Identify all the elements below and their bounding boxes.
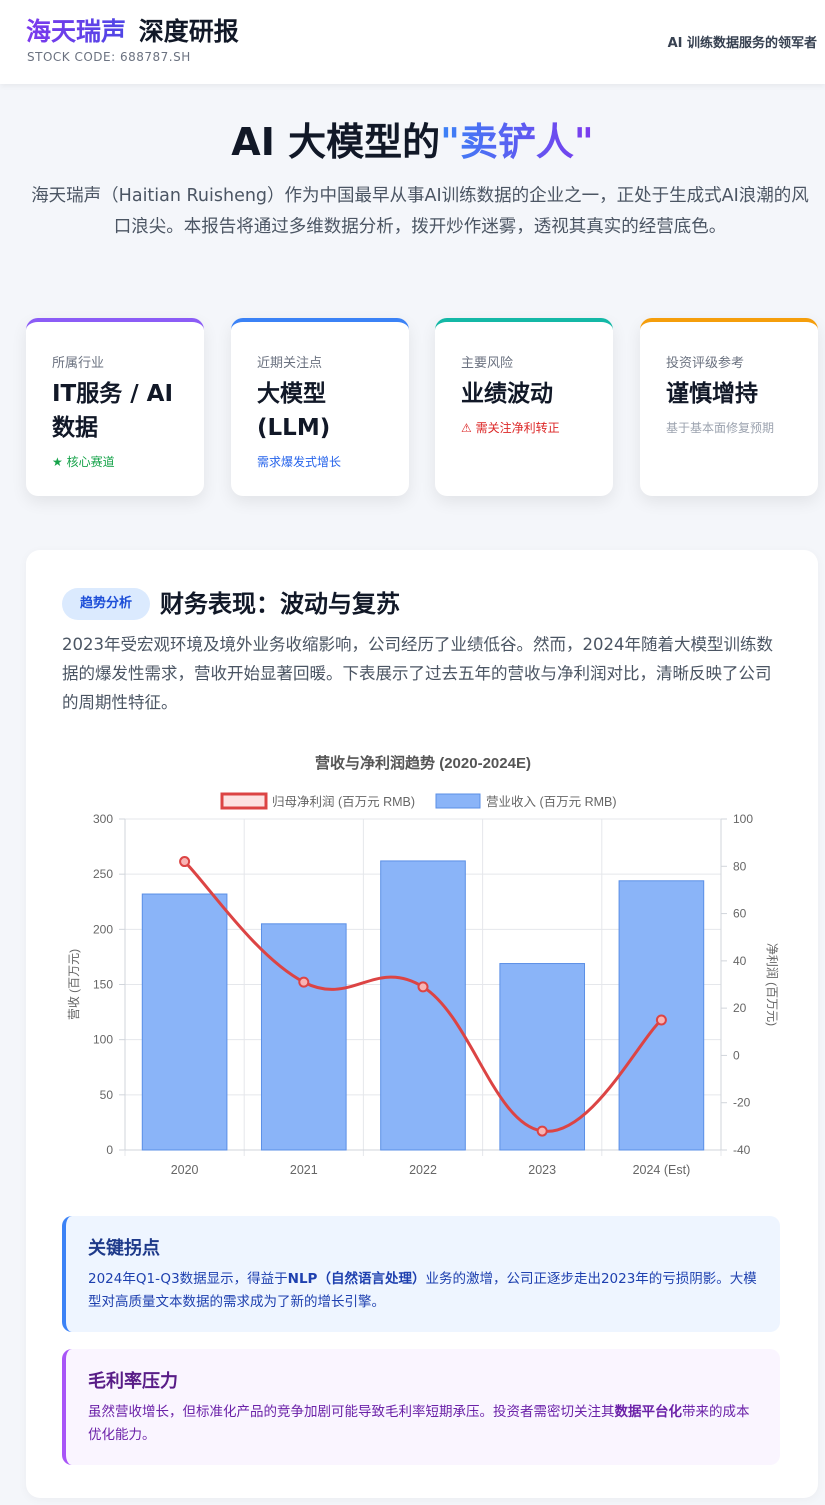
slogan: AI 训练数据服务的领军者	[667, 36, 817, 51]
hero-title-pre: AI 大模型的	[231, 120, 441, 164]
y2-tick-label: 40	[733, 954, 747, 968]
bar-revenue-2021	[260, 923, 347, 1151]
y2-tick-label: 20	[733, 1001, 747, 1015]
card-label: 投资评级参考	[666, 356, 745, 371]
y2-tick-label: 60	[733, 907, 747, 921]
insight-text-pre: 虽然营收增长，但标准化产品的竞争加剧可能导致毛利率短期承压。投资者需密切关注其	[88, 1404, 615, 1420]
card-industry: 所属行业 IT服务 / AI数据 ★ 核心赛道	[26, 318, 204, 496]
y-tick-label: 150	[93, 978, 113, 992]
y-tick-label: 0	[106, 1143, 113, 1157]
insight-title: 关键拐点	[88, 1238, 160, 1259]
brand-subtitle: 深度研报	[138, 17, 239, 46]
y2-tick-label: -20	[733, 1096, 751, 1110]
brand: 海天瑞声 深度研报	[26, 16, 239, 48]
point-net-profit-2024est	[655, 1014, 667, 1026]
legend-label-net-profit: 归母净利润 (百万元 RMB)	[272, 795, 415, 809]
top-bar: 海天瑞声 深度研报 STOCK CODE: 688787.SH AI 训练数据服…	[0, 0, 825, 84]
point-net-profit-2020	[179, 856, 191, 868]
y-tick-label: 50	[100, 1088, 114, 1102]
section-tag: 趋势分析	[62, 588, 150, 620]
y-tick-label: 300	[93, 812, 113, 826]
legend-swatch-net-profit	[220, 792, 268, 810]
insight-text: 虽然营收增长，但标准化产品的竞争加剧可能导致毛利率短期承压。投资者需密切关注其数…	[88, 1401, 760, 1447]
legend-swatch-revenue	[435, 793, 481, 809]
section-title: 财务表现：波动与复苏	[160, 590, 400, 618]
y-tick-label: 250	[93, 867, 113, 881]
x-tick-label: 2022	[409, 1163, 437, 1177]
legend-label-revenue: 营业收入 (百万元 RMB)	[486, 795, 617, 809]
card-note: 需求爆发式增长	[257, 455, 342, 469]
stock-code: STOCK CODE: 688787.SH	[27, 50, 191, 64]
y2-tick-label: -40	[733, 1143, 751, 1157]
hero-description: 海天瑞声（Haitian Ruisheng）作为中国最早从事AI训练数据的企业之…	[31, 186, 809, 237]
card-rating: 投资评级参考 谨慎增持 基于基本面修复预期	[640, 318, 818, 496]
section-description: 2023年受宏观环境及境外业务收缩影响，公司经历了业绩低谷。然而，2024年随着…	[62, 635, 773, 712]
card-value: 大模型 (LLM)	[257, 381, 331, 441]
point-net-profit-2023	[536, 1125, 548, 1137]
insight-title: 毛利率压力	[88, 1371, 178, 1392]
bar-revenue-2022	[380, 860, 466, 1151]
insight-text-bold: 数据平台化	[614, 1404, 683, 1420]
bar-revenue-2020	[141, 893, 228, 1151]
card-note: 基于基本面修复预期	[666, 421, 775, 435]
card-value: IT服务 / AI数据	[52, 381, 174, 441]
insight-key-turning-point: 关键拐点 2024年Q1-Q3数据显示，得益于NLP（自然语言处理）业务的激增，…	[62, 1216, 780, 1332]
card-note: ⚠ 需关注净利转正	[461, 421, 560, 435]
y2-tick-label: 0	[733, 1048, 740, 1062]
card-label: 所属行业	[52, 356, 105, 371]
x-tick-label: 2023	[528, 1163, 556, 1177]
card-note: ★ 核心赛道	[52, 455, 115, 469]
x-tick-label: 2020	[171, 1163, 199, 1177]
card-value: 谨慎增持	[666, 381, 758, 407]
point-net-profit-2021	[298, 976, 310, 988]
y-axis-title: 营收 (百万元)	[67, 949, 81, 1020]
insight-margin-pressure: 毛利率压力 虽然营收增长，但标准化产品的竞争加剧可能导致毛利率短期承压。投资者需…	[62, 1349, 780, 1465]
card-focus: 近期关注点 大模型 (LLM) 需求爆发式增长	[231, 318, 409, 496]
insight-text-pre: 2024年Q1-Q3数据显示，得益于	[88, 1271, 288, 1287]
y2-tick-label: 100	[733, 812, 753, 826]
x-tick-label: 2024 (Est)	[633, 1163, 691, 1177]
card-label: 主要风险	[461, 356, 514, 371]
y2-axis-title: 净利润 (百万元)	[765, 943, 779, 1026]
hero-title: AI 大模型的"卖铲人"	[0, 116, 825, 168]
y2-tick-label: 80	[733, 859, 747, 873]
revenue-profit-chart: 营收与净利润趋势 (2020-2024E) 归母净利润 (百万元 RMB) 营业收入…	[67, 754, 779, 1177]
insight-text-bold: NLP（自然语言处理）	[287, 1271, 426, 1287]
hero-title-highlight: "卖铲人"	[440, 120, 594, 164]
card-risk: 主要风险 业绩波动 ⚠ 需关注净利转正	[435, 318, 613, 496]
card-label: 近期关注点	[257, 356, 323, 371]
x-tick-label: 2021	[290, 1163, 318, 1177]
point-net-profit-2022	[417, 981, 429, 993]
y-tick-label: 100	[93, 1033, 113, 1047]
brand-name: 海天瑞声	[26, 17, 127, 46]
chart-title: 营收与净利润趋势 (2020-2024E)	[315, 754, 531, 772]
insight-text: 2024年Q1-Q3数据显示，得益于NLP（自然语言处理）业务的激增，公司正逐步…	[88, 1268, 760, 1314]
financial-section: 趋势分析 财务表现：波动与复苏 2023年受宏观环境及境外业务收缩影响，公司经历…	[26, 550, 818, 1498]
y-tick-label: 200	[93, 922, 113, 936]
card-value: 业绩波动	[461, 381, 553, 407]
